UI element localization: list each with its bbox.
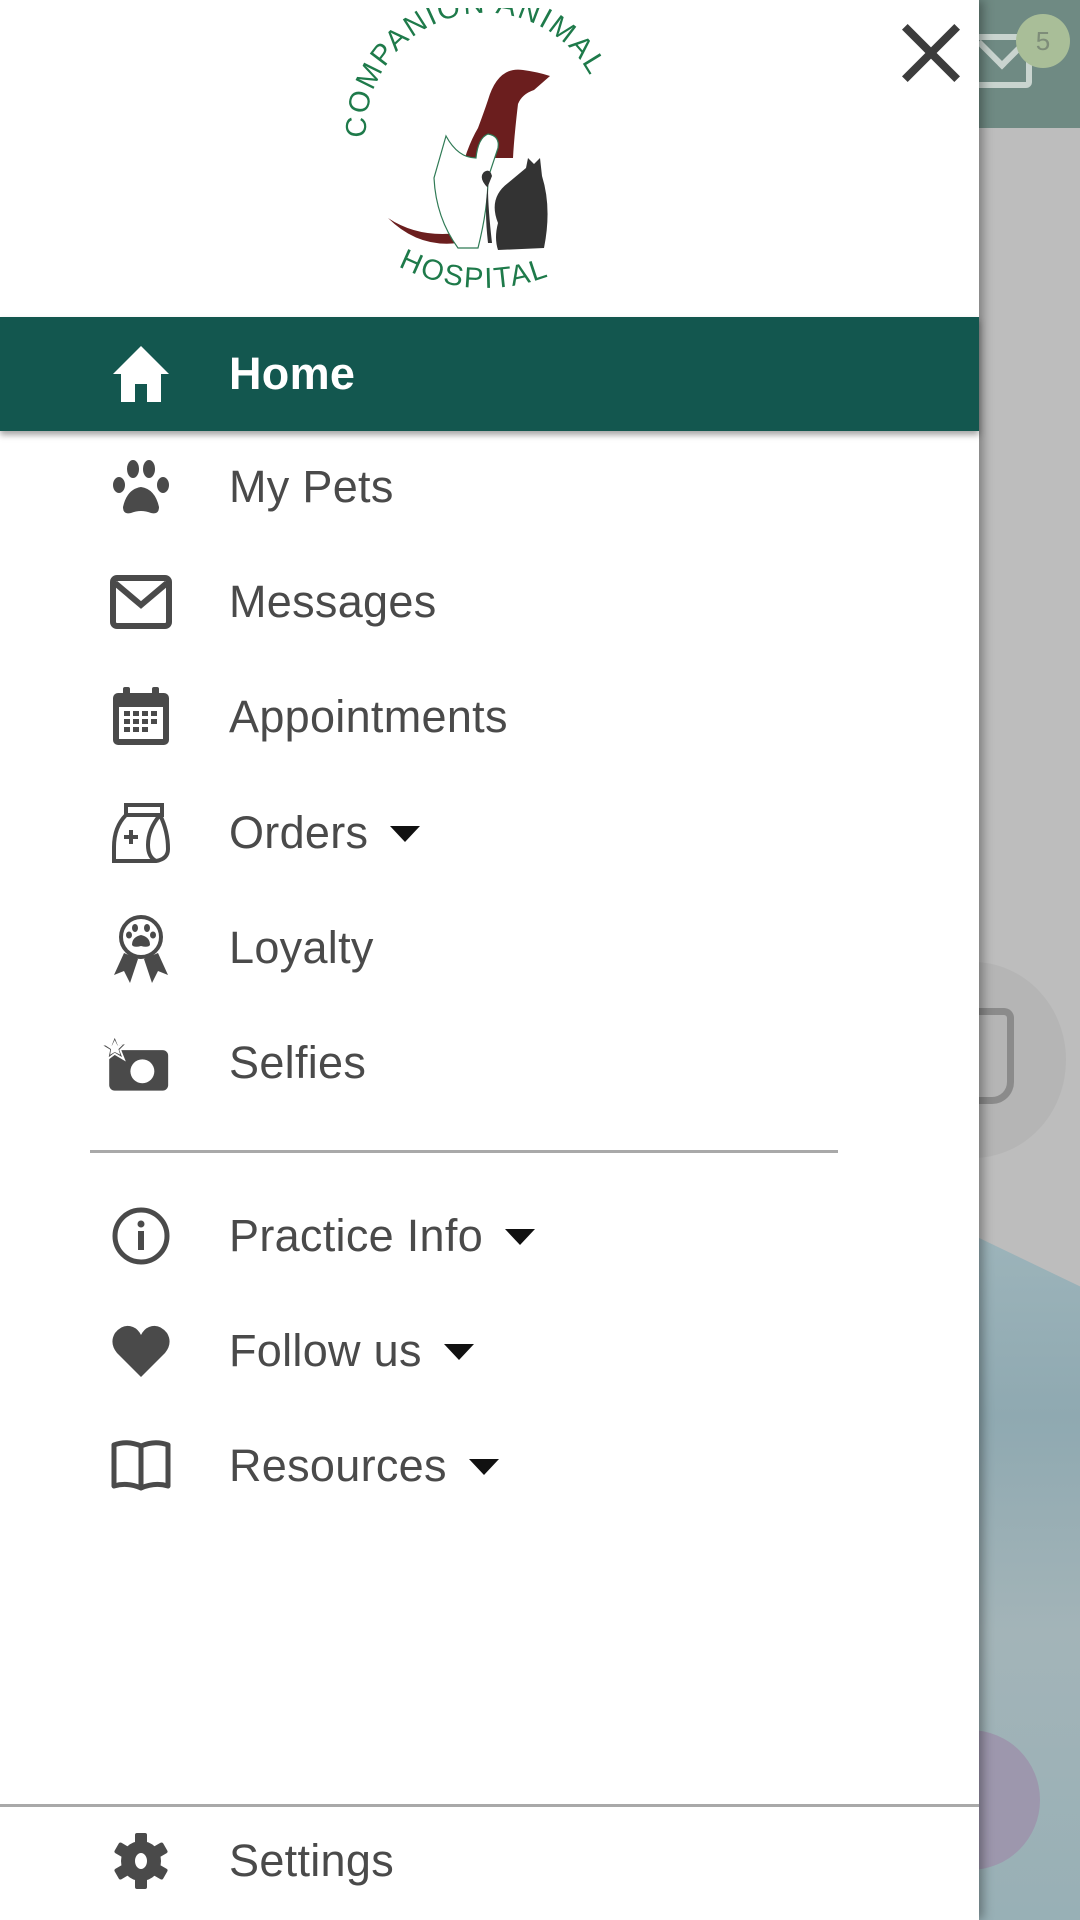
calendar-icon bbox=[106, 682, 176, 752]
nav-item-my-pets[interactable]: My Pets bbox=[0, 430, 979, 544]
close-button[interactable] bbox=[900, 22, 962, 84]
navigation-drawer: COMPANION ANIMAL HOSPITAL Home My Pets bbox=[0, 0, 979, 1920]
menu-divider bbox=[90, 1150, 838, 1153]
nav-label-loyalty: Loyalty bbox=[229, 922, 374, 973]
orders-text: Orders bbox=[229, 807, 369, 858]
caret-down-icon[interactable] bbox=[468, 1459, 499, 1476]
nav-item-messages[interactable]: Messages bbox=[0, 545, 979, 659]
nav-label-selfies: Selfies bbox=[229, 1037, 367, 1088]
caret-down-icon[interactable] bbox=[505, 1229, 536, 1246]
svg-text:COMPANION ANIMAL: COMPANION ANIMAL bbox=[340, 8, 612, 138]
book-icon bbox=[106, 1431, 176, 1501]
home-icon bbox=[106, 339, 176, 409]
nav-item-settings[interactable]: Settings bbox=[0, 1804, 979, 1918]
nav-label-appointments: Appointments bbox=[229, 691, 508, 742]
nav-item-selfies[interactable]: Selfies bbox=[0, 1006, 979, 1120]
nav-item-appointments[interactable]: Appointments bbox=[0, 660, 979, 774]
envelope-icon bbox=[106, 567, 176, 637]
cat-silhouette bbox=[481, 158, 548, 250]
unread-badge: 5 bbox=[1016, 14, 1070, 68]
award-ribbon-icon bbox=[106, 913, 176, 983]
nav-item-follow-us[interactable]: Follow us bbox=[0, 1294, 979, 1408]
nav-label-messages: Messages bbox=[229, 576, 437, 627]
nav-label-settings: Settings bbox=[229, 1835, 394, 1886]
medicine-bag-icon bbox=[106, 798, 176, 868]
nav-label-orders: Orders bbox=[229, 807, 421, 859]
nav-label-home: Home bbox=[229, 348, 356, 399]
heart-icon bbox=[106, 1316, 176, 1386]
practice-info-text: Practice Info bbox=[229, 1210, 484, 1261]
nav-item-resources[interactable]: Resources bbox=[0, 1409, 979, 1523]
nav-item-practice-info[interactable]: Practice Info bbox=[0, 1179, 979, 1293]
paw-icon bbox=[106, 452, 176, 522]
logo-bottom-text: HOSPITAL bbox=[395, 243, 550, 295]
resources-text: Resources bbox=[229, 1440, 447, 1491]
nav-item-home[interactable]: Home bbox=[0, 317, 979, 431]
nav-label-my-pets: My Pets bbox=[229, 461, 394, 512]
camera-star-icon bbox=[100, 1028, 170, 1098]
caret-down-icon[interactable] bbox=[390, 826, 421, 843]
nav-label-follow-us: Follow us bbox=[229, 1325, 474, 1377]
nav-item-orders[interactable]: Orders bbox=[0, 776, 979, 890]
caret-down-icon[interactable] bbox=[443, 1344, 474, 1361]
nav-label-resources: Resources bbox=[229, 1440, 499, 1492]
svg-text:HOSPITAL: HOSPITAL bbox=[395, 243, 552, 295]
nav-label-practice-info: Practice Info bbox=[229, 1210, 536, 1262]
info-icon bbox=[106, 1201, 176, 1271]
logo-top-text: COMPANION ANIMAL bbox=[340, 8, 610, 138]
nav-item-loyalty[interactable]: Loyalty bbox=[0, 891, 979, 1005]
gear-icon bbox=[106, 1826, 176, 1896]
hospital-logo: COMPANION ANIMAL HOSPITAL bbox=[340, 8, 612, 295]
follow-us-text: Follow us bbox=[229, 1325, 422, 1376]
